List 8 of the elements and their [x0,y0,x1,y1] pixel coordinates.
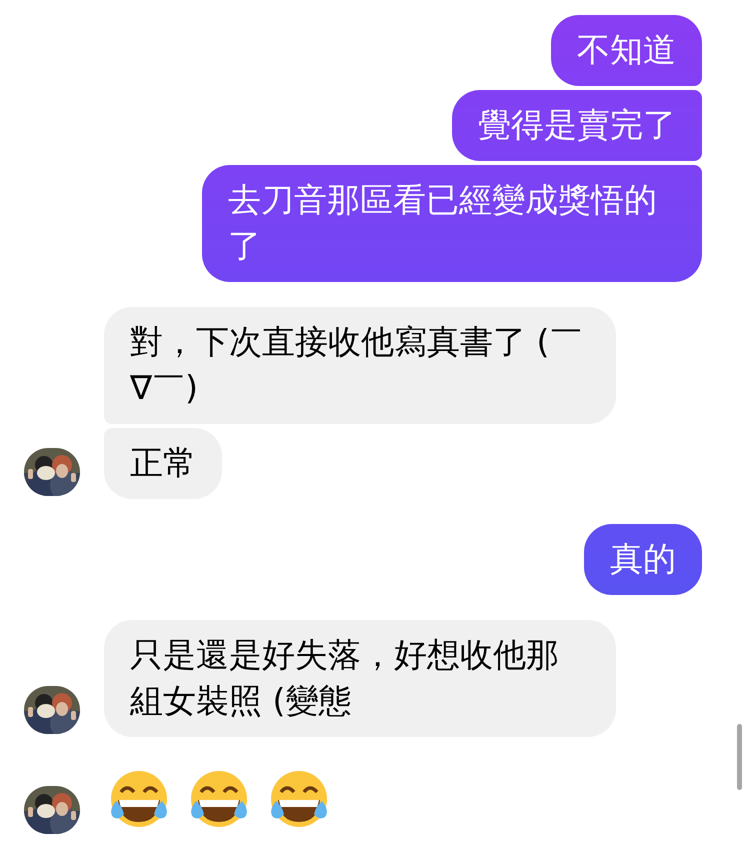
message-bubble: 只是還是好失落，好想收他那組女裝照 (變態 [104,620,616,737]
message-bubble: 對，下次直接收他寫真書了 (￣∇￣) [104,307,616,424]
message-bubble: 不知道 [551,15,702,86]
message-bubble: 真的 [584,524,702,595]
message-bubble: 覺得是賣完了 [452,90,702,161]
message-bubble: 去刀音那區看已經變成獎悟的了 [202,165,702,282]
scrollbar[interactable] [737,724,742,790]
message-bubble: 正常 [104,428,222,499]
